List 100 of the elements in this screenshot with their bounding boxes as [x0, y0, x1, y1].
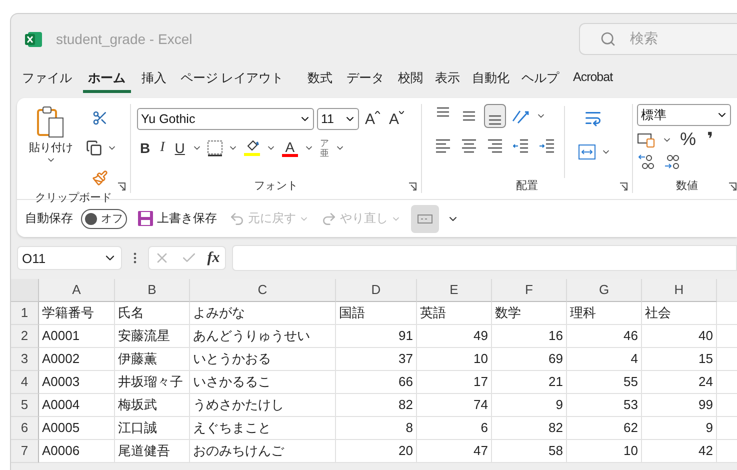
search-icon: [600, 31, 616, 47]
formula-input[interactable]: [232, 245, 737, 271]
comma-style-button[interactable]: ❜: [704, 129, 716, 150]
save-button[interactable]: 上書き保存: [135, 210, 219, 227]
row-header[interactable]: 2: [11, 325, 39, 348]
font-name-dropdown[interactable]: Yu Gothic: [137, 108, 314, 130]
autosave-toggle[interactable]: オフ: [81, 208, 127, 228]
table-cell: 理科: [567, 302, 642, 325]
column-header[interactable]: A: [39, 279, 115, 302]
table-cell: 37: [336, 348, 417, 371]
fill-color-button[interactable]: [242, 140, 262, 156]
bottom-align-icon: [487, 115, 503, 125]
top-align-icon: [435, 107, 451, 117]
wrap-text-icon: [584, 109, 602, 127]
increase-decimal-icon[interactable]: [637, 153, 655, 171]
table-cell: 9: [492, 394, 567, 417]
row-header[interactable]: 7: [11, 440, 39, 463]
clipboard-icon: [36, 106, 66, 140]
ribbon-tab[interactable]: ページ レイアウト: [176, 68, 288, 93]
row-header[interactable]: 1: [11, 302, 39, 325]
column-header[interactable]: E: [417, 279, 492, 302]
vertical-align-button[interactable]: [484, 104, 506, 128]
borders-icon[interactable]: [206, 139, 224, 157]
ribbon-tab[interactable]: 自動化: [466, 68, 514, 93]
column-header[interactable]: H: [642, 279, 717, 302]
table-cell: 安藤流星: [115, 325, 190, 348]
font-size-dropdown[interactable]: 11: [317, 108, 359, 130]
table-cell: 20: [336, 440, 417, 463]
font-color-button[interactable]: A: [280, 140, 300, 156]
table-cell: 82: [492, 417, 567, 440]
merge-cells-icon: [578, 144, 596, 160]
ribbon-tab[interactable]: 校閲: [392, 68, 428, 93]
group-label: 数値: [675, 179, 699, 193]
dialog-launcher-icon[interactable]: [408, 182, 417, 191]
shrink-font-button[interactable]: A: [386, 110, 408, 128]
table-cell: A0004: [39, 394, 115, 417]
table-cell: 62: [567, 417, 642, 440]
grow-font-button[interactable]: A: [362, 110, 384, 128]
table-cell: 47: [417, 440, 492, 463]
ribbon-tab[interactable]: 表示: [430, 68, 465, 93]
column-header[interactable]: G: [567, 279, 642, 302]
dialog-launcher-icon[interactable]: [117, 182, 126, 191]
left-align-icon: [435, 139, 451, 153]
ribbon-tab[interactable]: 挿入: [136, 68, 172, 93]
number-format-dropdown[interactable]: 標準: [637, 104, 731, 126]
group-label: 配置: [515, 179, 539, 193]
window-title: student_grade - Excel: [56, 31, 192, 47]
column-header[interactable]: D: [336, 279, 417, 302]
table-cell: 尾道健吾: [115, 440, 190, 463]
ribbon-tab[interactable]: ヘルプ: [516, 68, 564, 93]
caret-icon: [375, 110, 380, 114]
currency-format-icon[interactable]: [637, 132, 657, 148]
right-align-icon: [487, 139, 503, 153]
table-cell: 10: [567, 440, 642, 463]
ribbon-tab[interactable]: ファイル: [17, 68, 77, 93]
table-cell: あんどうりゅうせい: [190, 325, 336, 348]
table-cell: A0006: [39, 440, 115, 463]
underline-button[interactable]: U: [172, 140, 188, 156]
ribbon-tab[interactable]: ホーム: [83, 68, 130, 93]
dialog-launcher-icon[interactable]: [619, 182, 628, 191]
row-header[interactable]: 3: [11, 348, 39, 371]
table-cell: A0003: [39, 371, 115, 394]
row-header[interactable]: 6: [11, 417, 39, 440]
ribbon-tab[interactable]: 数式: [302, 68, 338, 93]
table-cell: 伊藤薫: [115, 348, 190, 371]
table-cell: 53: [567, 394, 642, 417]
name-box[interactable]: O11: [17, 246, 122, 270]
table-cell: 英語: [417, 302, 492, 325]
percent-style-button[interactable]: %: [677, 129, 700, 150]
table-cell: 6: [417, 417, 492, 440]
ribbon-tab[interactable]: データ: [341, 68, 389, 93]
form-button[interactable]: [411, 204, 439, 232]
indent-align-icon: [539, 139, 555, 153]
table-cell: 21: [492, 371, 567, 394]
table-cell: おのみちけんご: [190, 440, 336, 463]
table-cell: A0001: [39, 325, 115, 348]
column-header[interactable]: B: [115, 279, 190, 302]
ribbon-tab[interactable]: Acrobat: [568, 68, 618, 90]
group-label: クリップボード: [34, 190, 113, 205]
italic-button[interactable]: I: [157, 140, 168, 156]
dialog-launcher-icon[interactable]: [728, 182, 737, 191]
redo-icon: [321, 210, 337, 226]
table-cell: 数学: [492, 302, 567, 325]
column-header[interactable]: F: [492, 279, 567, 302]
paste-button[interactable]: 貼り付け: [27, 104, 75, 190]
bold-button[interactable]: B: [137, 140, 154, 156]
table-cell: 10: [417, 348, 492, 371]
table-cell: 梅坂武: [115, 394, 190, 417]
phonetic-guide-button[interactable]: ア 亜: [318, 138, 331, 158]
table-cell: いとうかおる: [190, 348, 336, 371]
table-cell: A0002: [39, 348, 115, 371]
scissors-icon: [92, 110, 108, 126]
form-icon: [417, 214, 433, 224]
row-header[interactable]: 5: [11, 394, 39, 417]
decrease-decimal-icon[interactable]: [663, 153, 681, 171]
column-header[interactable]: C: [190, 279, 336, 302]
row-header[interactable]: 4: [11, 371, 39, 394]
undo-icon: [229, 210, 245, 226]
table-cell: 74: [417, 394, 492, 417]
table-cell: 91: [336, 325, 417, 348]
